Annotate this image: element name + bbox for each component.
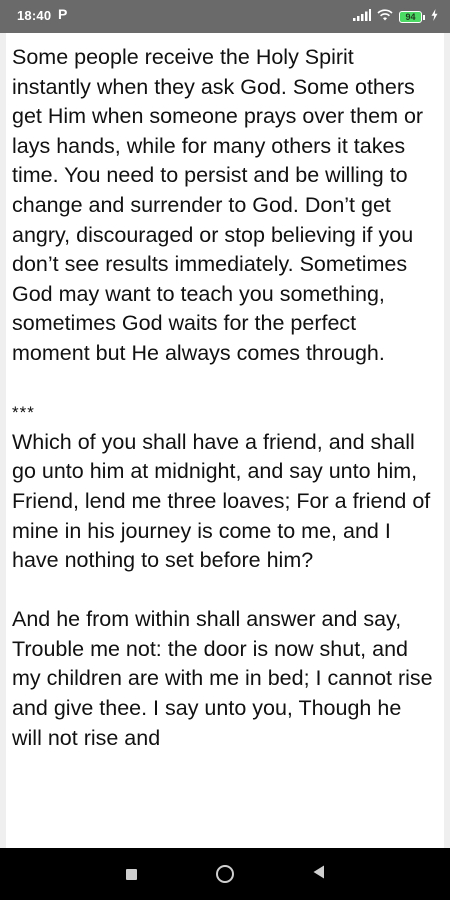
paragraph: And he from within shall answer and say,… xyxy=(12,607,433,750)
reading-content[interactable]: Some people receive the Holy Spirit inst… xyxy=(0,33,450,848)
status-bar: 18:40 P 94 xyxy=(0,0,450,33)
navigation-bar xyxy=(0,848,450,900)
status-time: 18:40 xyxy=(17,8,52,23)
battery-level: 94 xyxy=(399,11,422,23)
paragraph: Which of you shall have a friend, and sh… xyxy=(12,429,431,573)
wifi-icon xyxy=(377,8,393,26)
back-triangle-icon xyxy=(313,865,325,884)
content-text: Some people receive the Holy Spirit inst… xyxy=(6,33,444,753)
status-icons: 94 xyxy=(353,7,438,27)
square-icon xyxy=(125,868,137,880)
signal-icon xyxy=(353,8,371,26)
charging-icon xyxy=(431,8,438,26)
reader-screen: 18:40 P 94 Some people receive the Holy … xyxy=(0,0,450,900)
notification-p-icon: P xyxy=(58,6,68,22)
paragraph: Some people receive the Holy Spirit inst… xyxy=(12,45,424,365)
battery-tip xyxy=(423,14,425,20)
circle-icon xyxy=(216,865,234,883)
recents-button[interactable] xyxy=(101,848,161,900)
home-button[interactable] xyxy=(195,848,255,900)
battery-icon: 94 xyxy=(399,11,425,23)
section-separator: *** xyxy=(12,403,35,423)
back-button[interactable] xyxy=(289,848,349,900)
